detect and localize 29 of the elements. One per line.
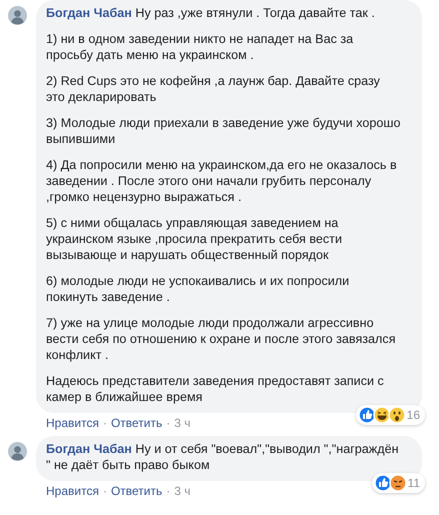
comment-text: 5) с ними общалась управляющая заведением на украинском языке ,просила прекратить себя вести вызывающе и нарушать общественный порядок [46,215,343,263]
comment-text: 1) ни в одном заведении никто не нападет на Вас за просьбу дать меню на украинском . [46,31,354,63]
comment-text: 4) Да попросили меню на украинском,да его не оказалось в заведении . После этого они начали грубить персоналу ,громко нецензурно выражаться . [46,157,398,205]
like-reaction-icon [358,406,376,424]
avatar[interactable] [8,442,27,461]
comment-text: 6) молодые люди не успокаивались и их попросили покинуть заведение . [46,273,350,305]
action-link[interactable]: Нравится [46,484,99,498]
comment-text: Богдан Чабан Ну раз ,уже втянули . Тогда давайте так . [46,5,376,21]
separator: · [102,484,107,498]
haha-reaction-icon [372,406,391,424]
avatar[interactable] [8,6,27,25]
separator: · [166,484,170,498]
reaction-count: 11 [408,476,420,490]
reaction-count: 16 [406,408,420,422]
wow-reaction-icon [388,406,406,424]
separator: · [102,416,107,430]
comment-text: 2) Red Cups это не кофейня ,а лаунж бар. Давайте сразу это декларировать [46,73,381,105]
action-link[interactable]: Нравится [46,416,99,430]
author-link[interactable]: Богдан Чабан [46,6,132,20]
comment-text: Надеюсь представители заведения предоставят записи с камер в ближайшее время [46,373,385,405]
comment-text: 3) Молодые люди приехали в заведение уже будучи хорошо выпившими [46,115,402,147]
like-reaction-icon [374,474,392,492]
author-link[interactable]: Богдан Чабан [46,442,132,456]
comment-text: 7) уже на улице молодые люди продолжали агрессивно вести себя по отношению к охране и после этого завязался конфликт . [46,315,397,363]
separator: · [166,416,170,430]
action-link[interactable]: Ответить [110,416,162,430]
angry-reaction-icon [388,474,407,492]
action-link[interactable]: Ответить [110,484,162,498]
comment-text: Богдан Чабан Ну и от себя "воевал","выводил ","награждён " не даёт быть право быком [46,441,400,473]
